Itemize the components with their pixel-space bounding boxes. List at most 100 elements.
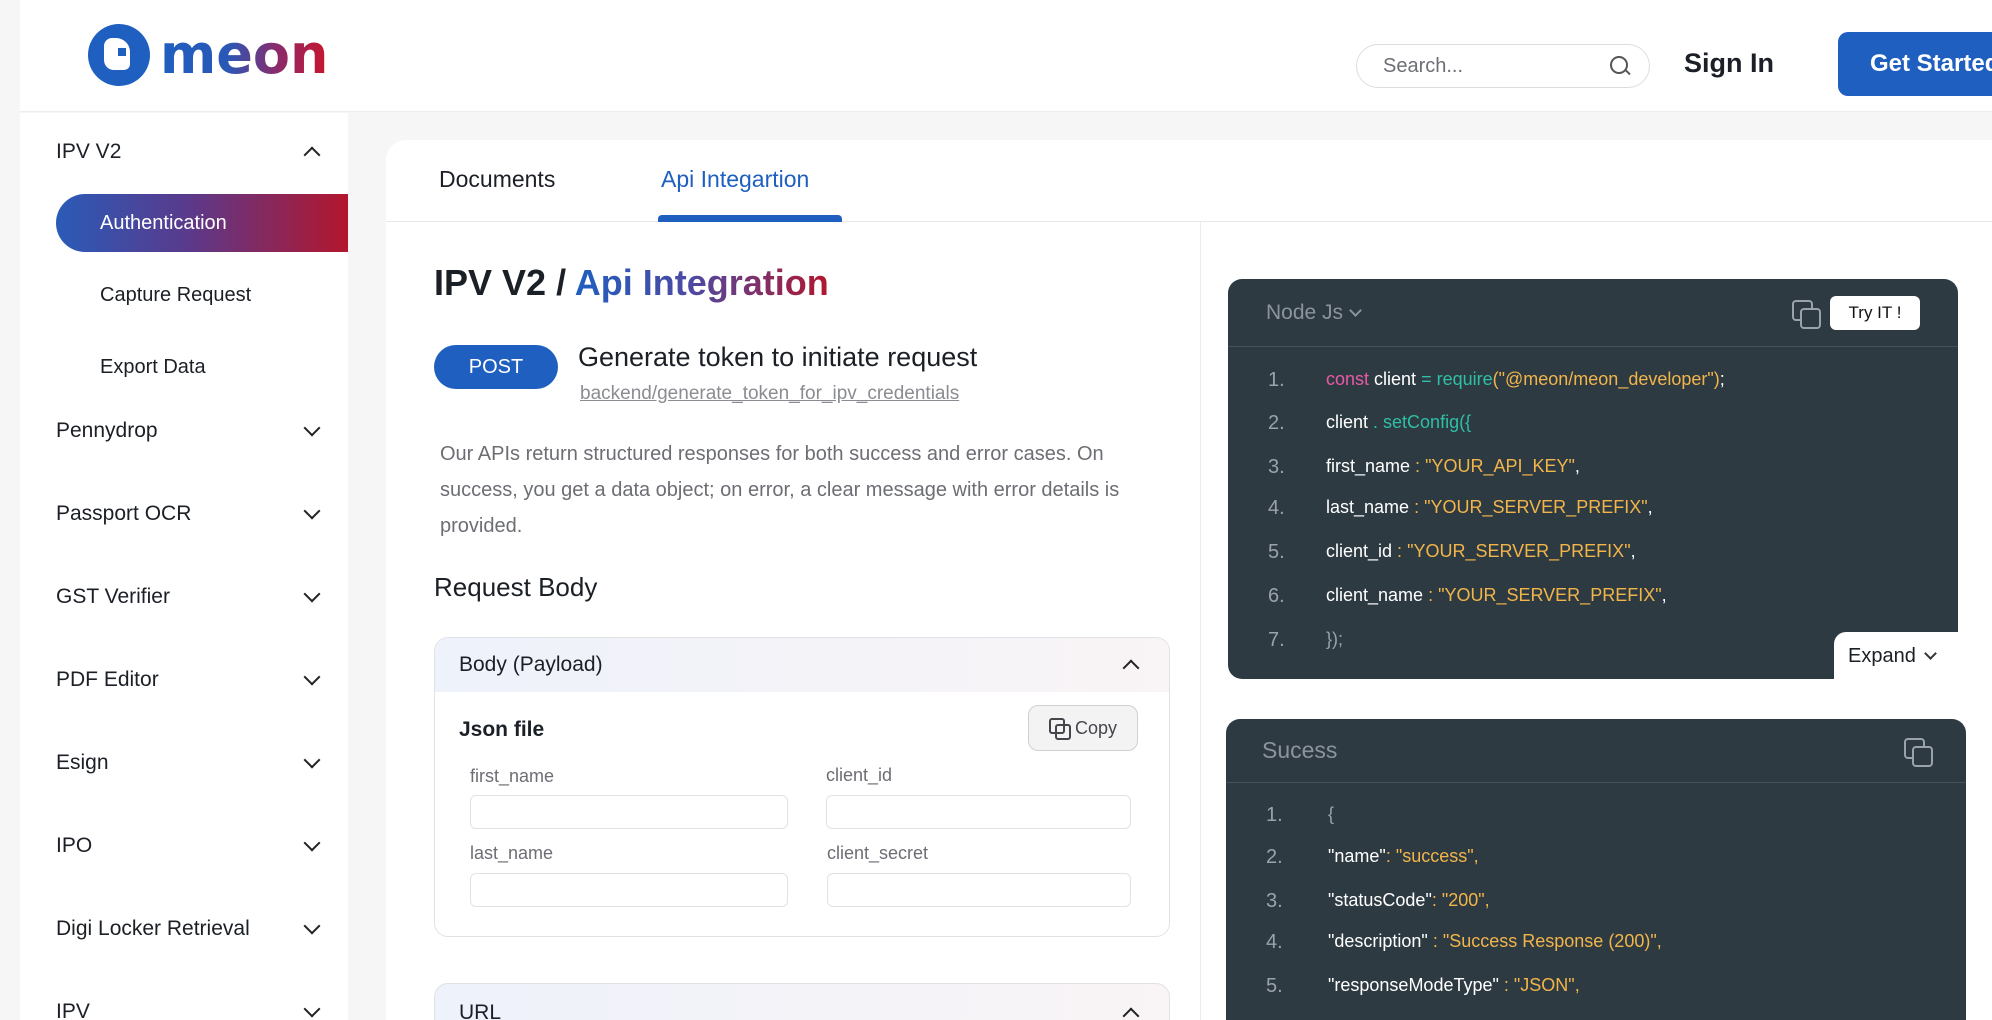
sidebar-item-passport-ocr[interactable]: Passport OCR — [56, 502, 326, 526]
search-icon[interactable] — [1609, 55, 1631, 77]
sidebar-item-pennydrop[interactable]: Pennydrop — [56, 419, 326, 443]
top-header: meon Sign In Get Started — [20, 0, 1992, 112]
line-number: 4. — [1266, 931, 1283, 953]
expand-label: Expand — [1848, 644, 1916, 667]
first-name-field[interactable] — [470, 795, 788, 829]
code-token: last_name — [1326, 497, 1410, 517]
code-token: client — [1326, 412, 1369, 432]
code-block-header: Node Js Try IT ! — [1228, 279, 1958, 347]
chevron-down-icon[interactable] — [303, 917, 321, 935]
logo-head-icon — [88, 24, 150, 86]
code-token: "success" — [1390, 846, 1474, 866]
chevron-down-icon — [1349, 303, 1362, 317]
breadcrumb-parent: IPV V2 / — [434, 262, 567, 303]
code-token: , — [1630, 541, 1636, 561]
sidebar-subitem-capture-request[interactable]: Capture Request — [100, 284, 251, 307]
chevron-down-icon — [1923, 647, 1937, 660]
sidebar-item-label: Digi Locker Retrieval — [56, 917, 250, 940]
code-token: const — [1326, 369, 1370, 389]
request-body-heading: Request Body — [434, 572, 598, 602]
field-label-first-name: first_name — [470, 766, 555, 786]
copy-icon[interactable] — [1904, 737, 1933, 767]
sidebar-item-pdf-editor[interactable]: PDF Editor — [56, 668, 326, 692]
sidebar-item-ipo[interactable]: IPO — [56, 834, 326, 858]
tab-api-integration[interactable]: Api Integartion — [661, 166, 809, 193]
language-select[interactable]: Node Js — [1266, 301, 1362, 325]
body-payload-title: Body (Payload) — [459, 653, 603, 676]
code-token: first_name — [1326, 456, 1411, 476]
sidebar-item-label: Esign — [56, 751, 109, 774]
url-panel-title: URL — [459, 1001, 502, 1020]
url-panel-header[interactable]: URL — [434, 983, 1170, 1020]
expand-button[interactable]: Expand — [1834, 632, 1964, 680]
response-title: Sucess — [1262, 737, 1338, 763]
try-it-button[interactable]: Try IT ! — [1830, 295, 1920, 330]
chevron-down-icon[interactable] — [303, 502, 321, 520]
copy-icon[interactable] — [1792, 299, 1821, 329]
chevron-up-icon[interactable] — [1122, 659, 1140, 677]
code-token: client_id — [1326, 541, 1393, 561]
line-number: 7. — [1268, 629, 1285, 651]
line-number: 1. — [1268, 369, 1285, 391]
client-secret-field[interactable] — [827, 873, 1131, 907]
code-token: , — [1574, 456, 1580, 476]
sign-in-link[interactable]: Sign In — [1684, 48, 1774, 79]
code-token: "YOUR_SERVER_PREFIX" — [1407, 541, 1631, 561]
search-input[interactable] — [1383, 54, 1609, 78]
chevron-down-icon[interactable] — [303, 585, 321, 603]
line-number: 6. — [1268, 585, 1285, 607]
code-token: }); — [1326, 629, 1344, 649]
last-name-field[interactable] — [470, 873, 788, 907]
chevron-down-icon[interactable] — [303, 419, 321, 437]
search-box[interactable] — [1356, 44, 1650, 88]
code-actions: Try IT ! — [1792, 295, 1920, 330]
sidebar-subitem-authentication[interactable]: Authentication — [56, 194, 348, 252]
chevron-down-icon[interactable] — [303, 1000, 321, 1018]
code-token: client_name — [1326, 585, 1424, 605]
logo-text: meon — [160, 23, 329, 86]
field-label-client-id: client_id — [826, 765, 893, 785]
sidebar-item-ipv[interactable]: IPV — [56, 1000, 326, 1020]
copy-button[interactable]: Copy — [1028, 705, 1138, 751]
code-token: "JSON" — [1508, 975, 1575, 995]
chevron-up-icon[interactable] — [303, 146, 321, 164]
sidebar-item-gst-verifier[interactable]: GST Verifier — [56, 585, 326, 609]
response-code-block: Sucess 1. { 2. "name": "success", 3. "st… — [1226, 719, 1966, 1020]
code-token: , — [1656, 931, 1662, 951]
code-token: , — [1574, 975, 1580, 995]
line-number: 4. — [1268, 497, 1285, 519]
active-tab-indicator — [658, 215, 842, 222]
body-payload-header[interactable]: Body (Payload) — [435, 638, 1169, 692]
copy-label: Copy — [1074, 717, 1118, 738]
sidebar-item-digi-locker[interactable]: Digi Locker Retrieval — [56, 917, 326, 941]
client-id-field[interactable] — [826, 795, 1131, 829]
line-number: 5. — [1268, 541, 1285, 563]
chevron-down-icon[interactable] — [303, 751, 321, 769]
chevron-up-icon[interactable] — [1122, 1007, 1140, 1020]
tab-bar: Documents Api Integartion — [386, 140, 1992, 222]
get-started-button[interactable]: Get Started — [1838, 32, 1992, 96]
code-token: : — [1410, 456, 1426, 476]
endpoint-title: Generate token to initiate request — [578, 342, 978, 372]
code-token: ("@meon/meon_developer") — [1492, 369, 1720, 389]
chevron-down-icon[interactable] — [303, 834, 321, 852]
code-block-header: Sucess — [1226, 719, 1966, 783]
endpoint-description: Our APIs return structured responses for… — [440, 443, 1120, 537]
code-token: "name" — [1328, 846, 1386, 866]
sidebar-item-ipv-v2[interactable]: IPV V2 — [56, 140, 326, 164]
meon-logo[interactable]: meon — [88, 24, 328, 86]
code-token: = — [1421, 369, 1437, 389]
field-label-client-secret: client_secret — [827, 843, 929, 863]
endpoint-path-link[interactable]: backend/generate_token_for_ipv_credentia… — [580, 383, 959, 405]
code-token: : — [1392, 541, 1408, 561]
tab-documents[interactable]: Documents — [439, 166, 555, 193]
code-token: require — [1436, 369, 1493, 389]
chevron-down-icon[interactable] — [303, 668, 321, 686]
code-token: . setConfig({ — [1368, 412, 1472, 432]
code-token: { — [1328, 804, 1335, 824]
sidebar-subitem-export-data[interactable]: Export Data — [100, 356, 206, 379]
code-token: , — [1661, 585, 1667, 605]
method-badge: POST — [434, 345, 558, 389]
sidebar-item-esign[interactable]: Esign — [56, 751, 326, 775]
line-number: 3. — [1266, 890, 1283, 912]
